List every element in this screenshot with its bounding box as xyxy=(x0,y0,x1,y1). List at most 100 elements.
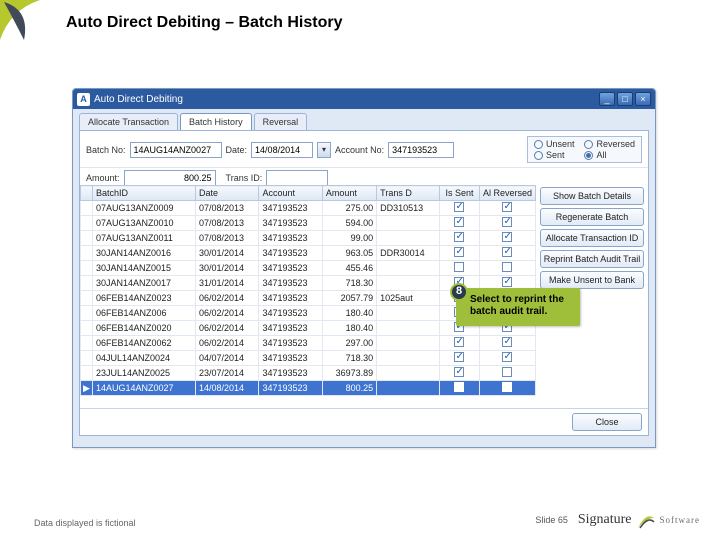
account-no-label: Account No: xyxy=(335,145,384,155)
window-titlebar: A Auto Direct Debiting _ □ × xyxy=(73,89,655,109)
col-header[interactable]: Account xyxy=(259,186,322,201)
trans-id-input[interactable] xyxy=(266,170,328,186)
callout-number: 8 xyxy=(450,283,468,301)
cell-checkbox xyxy=(439,351,479,366)
cell: 455.46 xyxy=(322,261,376,276)
radio-reversed-label: Reversed xyxy=(596,139,635,149)
table-row[interactable]: ▶14AUG14ANZ002714/08/2014347193523800.25 xyxy=(81,381,536,396)
cell: 347193523 xyxy=(259,201,322,216)
cell: 347193523 xyxy=(259,351,322,366)
cell: 07/08/2013 xyxy=(196,201,259,216)
cell: 347193523 xyxy=(259,291,322,306)
table-row[interactable]: 23JUL14ANZ002523/07/201434719352336973.8… xyxy=(81,366,536,381)
cell: 14AUG14ANZ0027 xyxy=(93,381,196,396)
col-header[interactable]: Al Reversed xyxy=(479,186,535,201)
cell: 36973.89 xyxy=(322,366,376,381)
tab-batch-history[interactable]: Batch History xyxy=(180,113,252,130)
cell xyxy=(377,276,440,291)
cell: 07AUG13ANZ0009 xyxy=(93,201,196,216)
checkbox-icon xyxy=(454,247,464,257)
status-filter-group: Unsent Reversed Sent All xyxy=(527,136,642,163)
tab-allocate-transaction[interactable]: Allocate Transaction xyxy=(79,113,178,130)
cell-checkbox xyxy=(439,381,479,396)
regenerate-batch-button[interactable]: Regenerate Batch xyxy=(540,208,644,226)
cell xyxy=(377,321,440,336)
table-row[interactable]: 04JUL14ANZ002404/07/2014347193523718.30 xyxy=(81,351,536,366)
cell: 718.30 xyxy=(322,276,376,291)
date-label: Date: xyxy=(226,145,248,155)
cell-checkbox xyxy=(479,246,535,261)
checkbox-icon xyxy=(454,202,464,212)
cell: 07AUG13ANZ0011 xyxy=(93,231,196,246)
table-row[interactable]: 30JAN14ANZ001530/01/2014347193523455.46 xyxy=(81,261,536,276)
tab-strip: Allocate Transaction Batch History Rever… xyxy=(73,109,655,130)
make-unsent-to-bank-button[interactable]: Make Unsent to Bank xyxy=(540,271,644,289)
bottom-bar: Close xyxy=(80,408,648,435)
cell xyxy=(377,336,440,351)
checkbox-icon xyxy=(502,277,512,287)
col-header[interactable]: Date xyxy=(196,186,259,201)
minimize-button[interactable]: _ xyxy=(599,92,615,106)
date-dropdown-icon[interactable]: ▾ xyxy=(317,142,331,158)
col-header[interactable]: BatchID xyxy=(93,186,196,201)
close-button[interactable]: Close xyxy=(572,413,642,431)
checkbox-icon xyxy=(454,262,464,272)
cell: 07/08/2013 xyxy=(196,216,259,231)
cell-checkbox xyxy=(479,201,535,216)
cell: 06FEB14ANZ0020 xyxy=(93,321,196,336)
maximize-button[interactable]: □ xyxy=(617,92,633,106)
reprint-batch-audit-trail-button[interactable]: Reprint Batch Audit Trail xyxy=(540,250,644,268)
show-batch-details-button[interactable]: Show Batch Details xyxy=(540,187,644,205)
table-row[interactable]: 30JAN14ANZ001630/01/2014347193523963.05D… xyxy=(81,246,536,261)
table-row[interactable]: 07AUG13ANZ000907/08/2013347193523275.00D… xyxy=(81,201,536,216)
cell: 31/01/2014 xyxy=(196,276,259,291)
checkbox-icon xyxy=(454,367,464,377)
tab-reversal[interactable]: Reversal xyxy=(254,113,308,130)
radio-reversed[interactable]: Reversed xyxy=(584,139,635,149)
checkbox-icon xyxy=(502,262,512,272)
cell xyxy=(377,216,440,231)
date-input[interactable] xyxy=(251,142,313,158)
cell: 06FEB14ANZ0023 xyxy=(93,291,196,306)
table-row[interactable]: 07AUG13ANZ001007/08/2013347193523594.00 xyxy=(81,216,536,231)
table-row[interactable]: 07AUG13ANZ001107/08/201334719352399.00 xyxy=(81,231,536,246)
cell: 718.30 xyxy=(322,351,376,366)
account-no-input[interactable] xyxy=(388,142,454,158)
radio-sent[interactable]: Sent xyxy=(534,150,575,160)
cell: 594.00 xyxy=(322,216,376,231)
amount-input[interactable] xyxy=(124,170,216,186)
col-header[interactable]: Amount xyxy=(322,186,376,201)
cell-checkbox xyxy=(479,216,535,231)
col-header[interactable]: Trans D xyxy=(377,186,440,201)
close-window-button[interactable]: × xyxy=(635,92,651,106)
cell xyxy=(377,381,440,396)
cell: 30/01/2014 xyxy=(196,246,259,261)
cell xyxy=(377,306,440,321)
table-row[interactable]: 06FEB14ANZ006206/02/2014347193523297.00 xyxy=(81,336,536,351)
cell: 347193523 xyxy=(259,336,322,351)
cell: 180.40 xyxy=(322,321,376,336)
brand-main: Signature xyxy=(578,512,632,528)
slide-number: Slide 65 xyxy=(535,515,568,525)
cell: 04JUL14ANZ0024 xyxy=(93,351,196,366)
checkbox-icon xyxy=(454,337,464,347)
allocate-transaction-id-button[interactable]: Allocate Transaction ID xyxy=(540,229,644,247)
col-header[interactable]: Is Sent xyxy=(439,186,479,201)
app-icon: A xyxy=(77,93,90,106)
radio-unsent[interactable]: Unsent xyxy=(534,139,575,149)
checkbox-icon xyxy=(454,232,464,242)
checkbox-icon xyxy=(454,382,464,392)
cell: 30JAN14ANZ0017 xyxy=(93,276,196,291)
batch-no-label: Batch No: xyxy=(86,145,126,155)
cell: 275.00 xyxy=(322,201,376,216)
cell: 347193523 xyxy=(259,231,322,246)
cell: 347193523 xyxy=(259,261,322,276)
cell: 347193523 xyxy=(259,366,322,381)
tab-body: Batch No: Date: ▾ Account No: Unsent Rev… xyxy=(79,130,649,436)
cell: 347193523 xyxy=(259,276,322,291)
batch-no-input[interactable] xyxy=(130,142,222,158)
radio-all[interactable]: All xyxy=(584,150,635,160)
filter-row-1: Batch No: Date: ▾ Account No: Unsent Rev… xyxy=(80,131,648,168)
checkbox-icon xyxy=(502,367,512,377)
cell: 06FEB14ANZ0062 xyxy=(93,336,196,351)
